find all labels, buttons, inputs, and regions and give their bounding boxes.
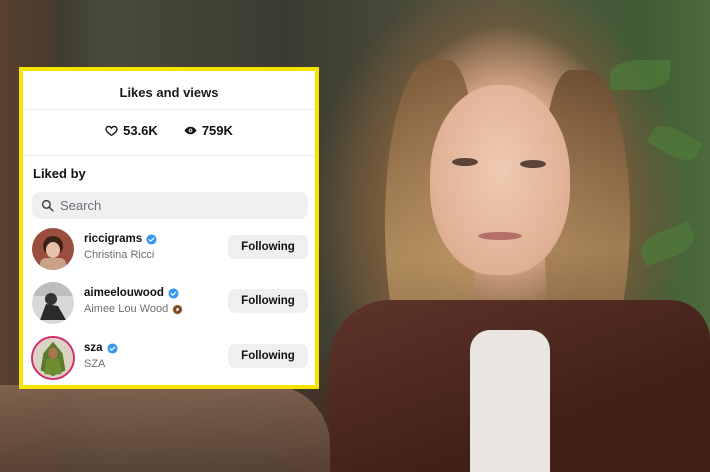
list-item[interactable]: riccigrams Christina Ricci Following: [32, 228, 308, 272]
likes-count: 53.6K: [123, 123, 158, 138]
verified-badge-icon: [168, 287, 179, 299]
list-item[interactable]: aimeelouwood Aimee Lou Wood Following: [32, 282, 308, 326]
search-input[interactable]: Search: [32, 192, 308, 219]
story-ring-avatar: [33, 338, 73, 378]
search-placeholder: Search: [60, 198, 102, 213]
full-name: SZA: [84, 358, 105, 370]
divider: [23, 109, 315, 110]
following-button[interactable]: Following: [228, 344, 308, 368]
eye-icon: [184, 126, 197, 135]
username[interactable]: riccigrams: [84, 233, 142, 245]
donut-icon: [172, 304, 183, 314]
stats-row: 53.6K 759K: [23, 123, 315, 138]
full-name-text: Christina Ricci: [84, 249, 155, 261]
username[interactable]: sza: [84, 342, 103, 354]
avatar[interactable]: [32, 228, 74, 270]
full-name-text: Aimee Lou Wood: [84, 303, 169, 315]
following-button[interactable]: Following: [228, 235, 308, 259]
username[interactable]: aimeelouwood: [84, 287, 164, 299]
full-name: Christina Ricci: [84, 249, 154, 261]
following-button[interactable]: Following: [228, 289, 308, 313]
username-line: aimeelouwood: [84, 287, 179, 299]
mouth: [478, 232, 522, 240]
blurred-foreground-bottom: [0, 385, 330, 472]
panel-title: Likes and views: [119, 85, 219, 100]
divider: [23, 155, 315, 156]
plant-leaf: [636, 221, 699, 267]
list-item[interactable]: sza SZA Following: [32, 337, 308, 381]
eye-right: [520, 160, 546, 168]
username-line: riccigrams: [84, 233, 157, 245]
plant-leaf: [610, 60, 670, 90]
eye-left: [452, 158, 478, 166]
verified-badge-icon: [107, 342, 118, 354]
plant-leaf: [646, 119, 704, 167]
likes-stat: 53.6K: [105, 123, 158, 138]
avatar[interactable]: [32, 282, 74, 324]
views-count: 759K: [201, 123, 233, 138]
full-name: Aimee Lou Wood: [84, 303, 183, 315]
search-icon: [41, 199, 54, 212]
username-line: sza: [84, 342, 118, 354]
face: [430, 85, 570, 275]
heart-icon: [105, 125, 118, 137]
verified-badge-icon: [146, 233, 157, 245]
full-name-text: SZA: [84, 358, 106, 370]
views-stat: 759K: [184, 123, 233, 138]
likes-views-panel: Likes and views 53.6K 759K Liked by Sear…: [19, 67, 319, 389]
avatar[interactable]: [33, 338, 73, 378]
white-shirt: [470, 330, 550, 472]
section-label: Liked by: [33, 166, 86, 181]
